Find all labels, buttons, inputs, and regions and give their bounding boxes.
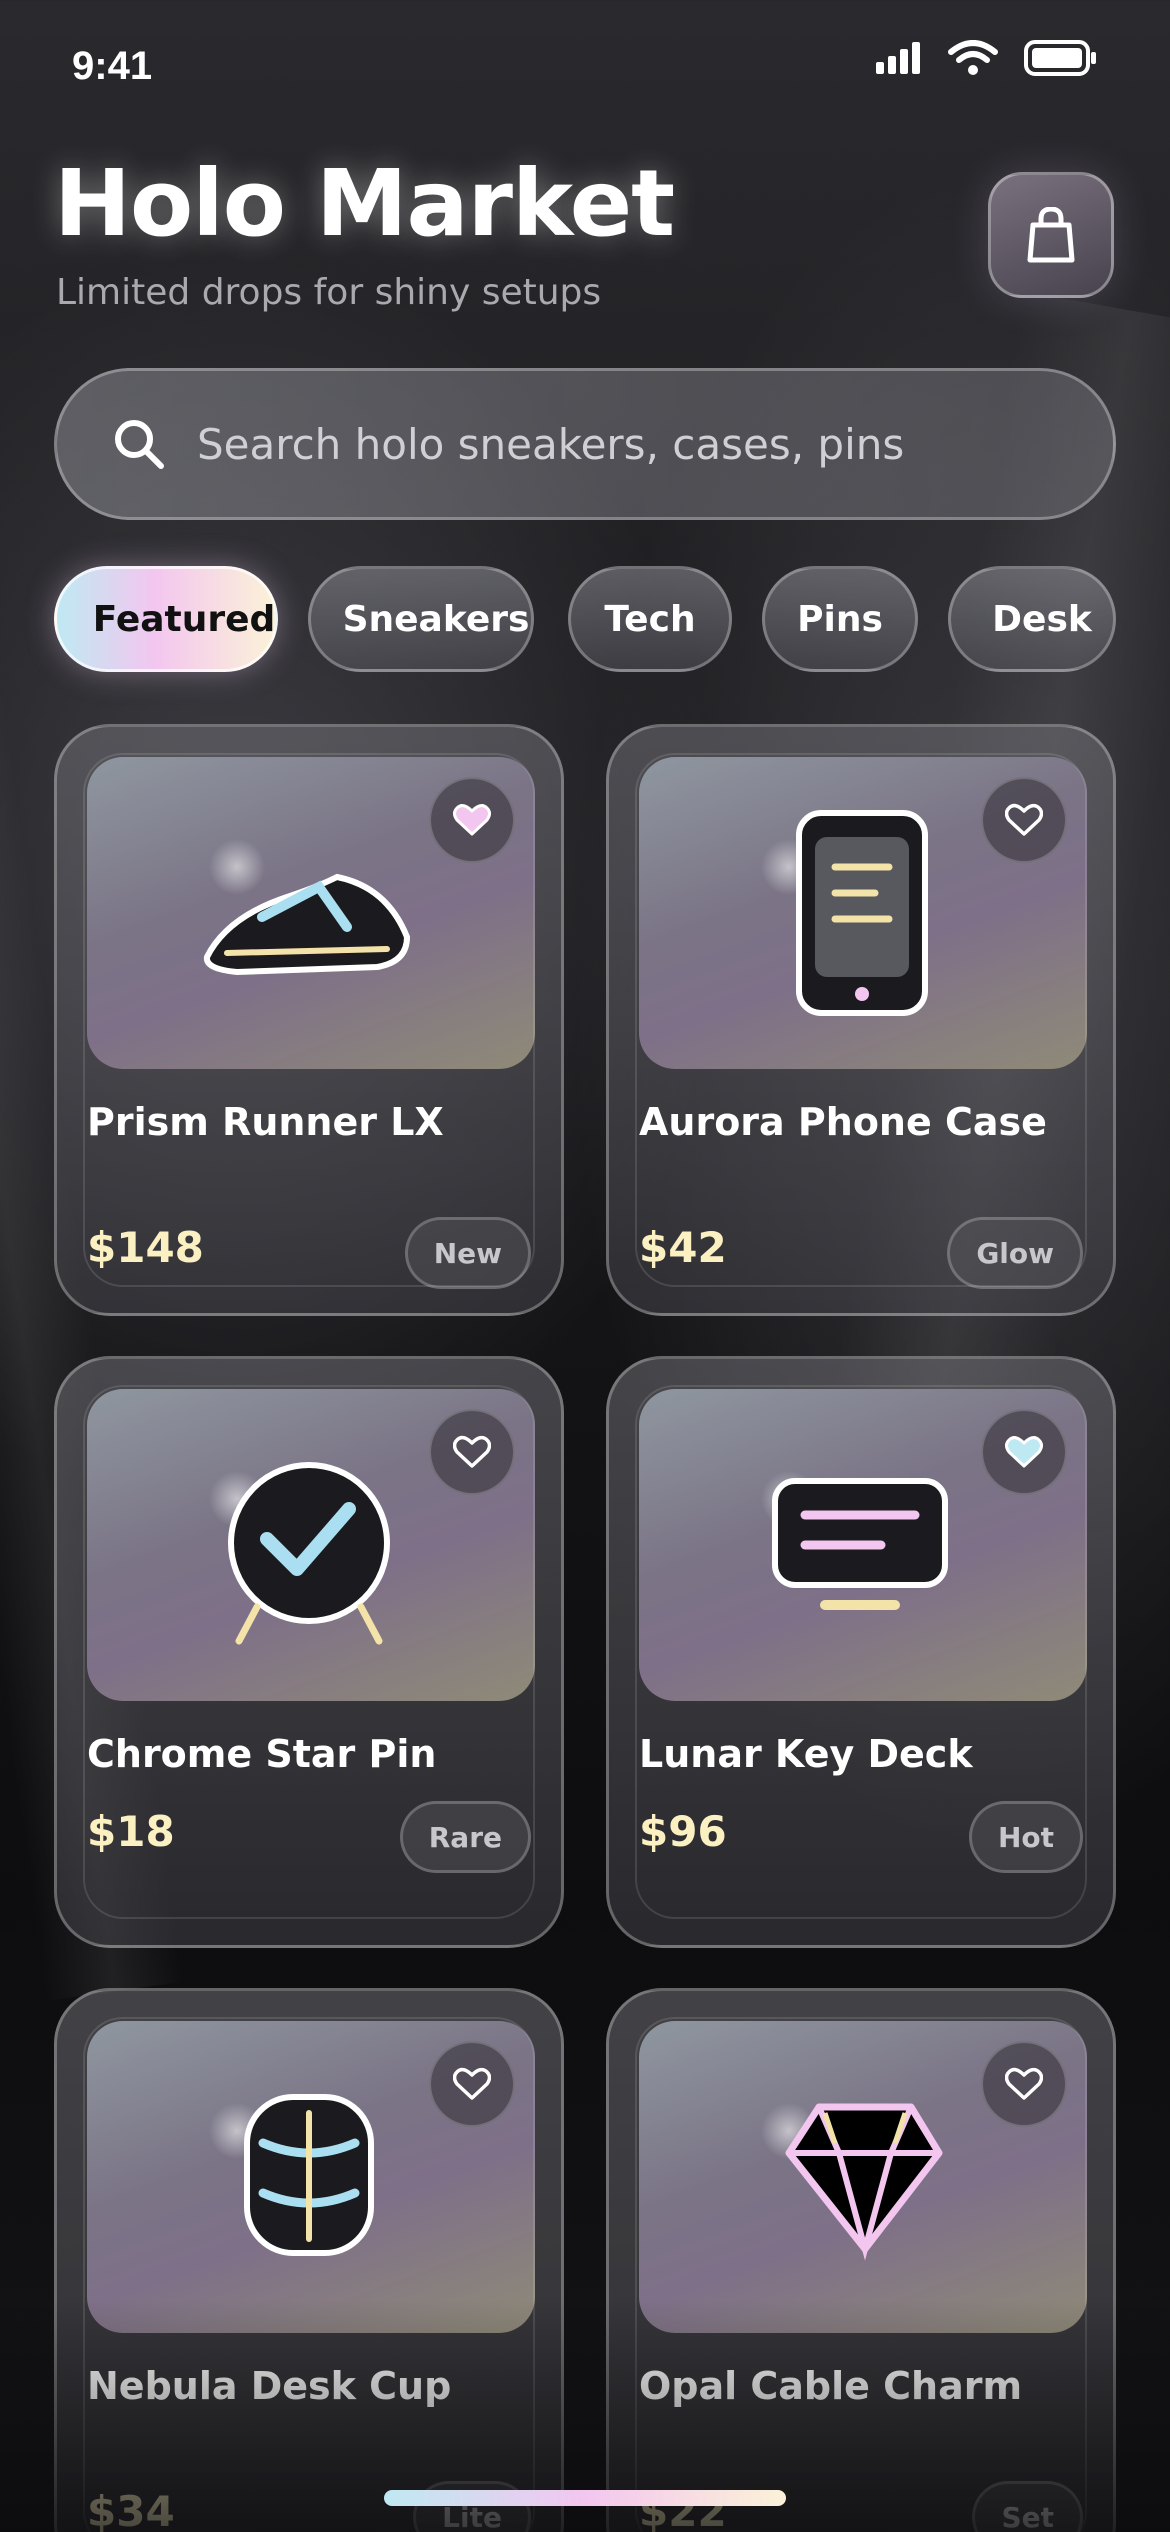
category-tabs: Featured Sneakers Tech Pins Desk xyxy=(54,566,1116,674)
heart-icon xyxy=(1005,1436,1043,1468)
product-badge: Rare xyxy=(399,1801,531,1873)
product-price: $34 xyxy=(87,2487,175,2532)
product-card[interactable]: Opal Cable Charm $22 Set xyxy=(606,1988,1116,2532)
heart-outline-icon xyxy=(453,1435,491,1468)
wifi-icon xyxy=(948,40,998,75)
favorite-button[interactable] xyxy=(429,777,515,863)
product-price: $42 xyxy=(639,1223,727,1272)
product-card[interactable]: Prism Runner LX $148 New xyxy=(54,724,564,1316)
heart-outline-icon xyxy=(1005,803,1043,836)
page-title: Holo Market xyxy=(54,150,675,257)
tab-label: Pins xyxy=(797,598,883,640)
product-image xyxy=(639,1389,1087,1701)
status-icons xyxy=(876,40,1098,76)
shopping-bag-icon xyxy=(1027,207,1075,263)
tab-tech[interactable]: Tech xyxy=(568,566,732,672)
product-image xyxy=(639,2021,1087,2333)
product-name: Prism Runner LX xyxy=(87,1100,444,1144)
product-badge: Hot xyxy=(968,1801,1083,1873)
favorite-button[interactable] xyxy=(429,2041,515,2127)
status-bar: 9:41 xyxy=(0,0,1170,140)
product-name: Chrome Star Pin xyxy=(87,1732,437,1776)
product-badge: New xyxy=(404,1217,531,1289)
heart-outline-icon xyxy=(453,2067,491,2100)
tab-featured[interactable]: Featured xyxy=(54,566,278,672)
cart-button[interactable] xyxy=(988,172,1114,298)
product-name: Aurora Phone Case xyxy=(639,1100,1047,1144)
status-time: 9:41 xyxy=(72,44,153,88)
product-badge: Set xyxy=(972,2481,1083,2532)
search-bar[interactable]: Search holo sneakers, cases, pins xyxy=(54,368,1116,520)
tab-desk[interactable]: Desk xyxy=(948,566,1116,672)
tab-pins[interactable]: Pins xyxy=(762,566,918,672)
tab-label: Sneakers xyxy=(342,598,530,640)
product-image xyxy=(87,1389,535,1701)
product-image xyxy=(87,2021,535,2333)
battery-icon xyxy=(1024,40,1096,76)
search-input[interactable]: Search holo sneakers, cases, pins xyxy=(197,420,904,469)
product-image xyxy=(639,757,1087,1069)
product-card[interactable]: Aurora Phone Case $42 Glow xyxy=(606,724,1116,1316)
product-name: Lunar Key Deck xyxy=(639,1732,973,1776)
favorite-button[interactable] xyxy=(981,1409,1067,1495)
product-price: $18 xyxy=(87,1807,175,1856)
tab-sneakers[interactable]: Sneakers xyxy=(308,566,534,672)
favorite-button[interactable] xyxy=(981,777,1067,863)
product-card[interactable]: Chrome Star Pin $18 Rare xyxy=(54,1356,564,1948)
product-image xyxy=(87,757,535,1069)
product-price: $96 xyxy=(639,1807,727,1856)
product-badge: Lite xyxy=(413,2481,531,2532)
product-card[interactable]: Lunar Key Deck $96 Hot xyxy=(606,1356,1116,1948)
heart-icon xyxy=(453,804,491,836)
tab-label: Featured xyxy=(92,598,276,640)
product-card[interactable]: Nebula Desk Cup $34 Lite xyxy=(54,1988,564,2532)
product-badge: Glow xyxy=(947,1217,1083,1289)
product-price: $148 xyxy=(87,1223,204,1272)
tab-label: Desk xyxy=(992,598,1092,640)
signal-icon xyxy=(876,42,920,74)
tab-label: Tech xyxy=(604,598,696,640)
product-name: Nebula Desk Cup xyxy=(87,2364,452,2408)
product-name: Opal Cable Charm xyxy=(639,2364,1023,2408)
heart-outline-icon xyxy=(1005,2067,1043,2100)
favorite-button[interactable] xyxy=(429,1409,515,1495)
page-subtitle: Limited drops for shiny setups xyxy=(56,272,602,313)
favorite-button[interactable] xyxy=(981,2041,1067,2127)
home-indicator[interactable] xyxy=(384,2490,786,2506)
search-icon xyxy=(115,420,164,469)
